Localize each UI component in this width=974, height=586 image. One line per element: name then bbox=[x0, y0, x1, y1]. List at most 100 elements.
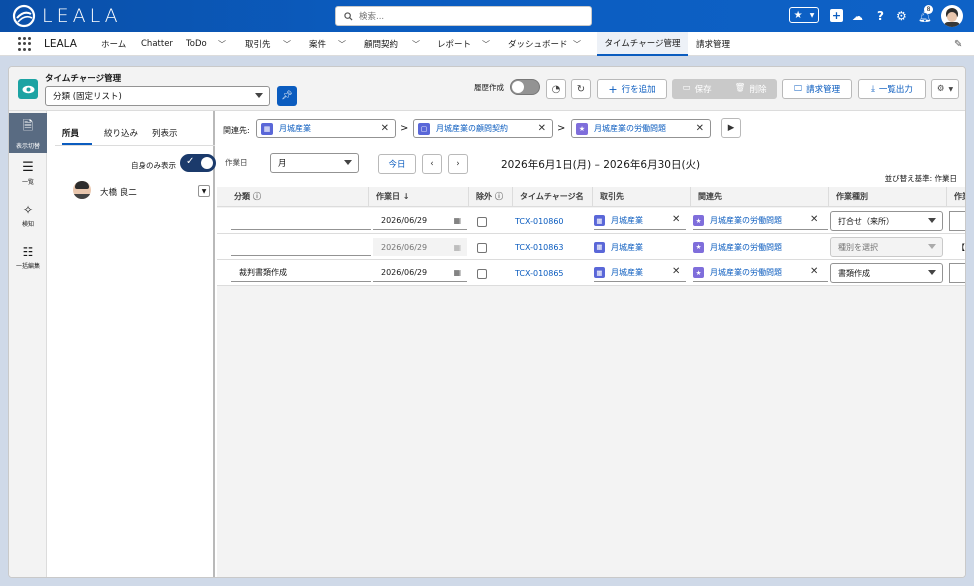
related-matter-pill[interactable]: ★ 月城産業の労働問題 ✕ bbox=[571, 119, 711, 138]
col-work-type[interactable]: 作業種別 bbox=[829, 187, 947, 207]
sort-label: 並び替え基準: 作業日 bbox=[884, 174, 957, 183]
chevron-down-icon[interactable]: ﹀ bbox=[338, 32, 346, 56]
rail-bulk-edit[interactable]: ☷ 一括編集 bbox=[9, 237, 47, 277]
related-account-pill[interactable]: ▦ 月城産業 ✕ bbox=[256, 119, 396, 138]
close-icon[interactable]: ✕ bbox=[696, 123, 704, 134]
work-type-select[interactable]: 書類作成 bbox=[830, 263, 943, 283]
exclude-checkbox[interactable] bbox=[477, 217, 487, 227]
self-only-toggle[interactable]: ✓ bbox=[180, 154, 216, 172]
history-toggle[interactable] bbox=[510, 79, 540, 95]
date-input[interactable]: 2026/06/29 ▦ bbox=[373, 212, 467, 230]
exclude-checkbox[interactable] bbox=[477, 243, 487, 253]
settings-menu-button[interactable]: ⚙ ▼ bbox=[931, 79, 959, 99]
timecharge-link[interactable]: TCX-010863 bbox=[515, 238, 564, 256]
category-input[interactable] bbox=[231, 238, 371, 256]
close-icon[interactable]: ✕ bbox=[810, 266, 818, 277]
nav-item-dashboards[interactable]: ダッシュボード bbox=[508, 32, 568, 56]
nav-item-reports[interactable]: レポート bbox=[437, 32, 471, 56]
account-link[interactable]: ▦ 月城産業 bbox=[594, 238, 686, 256]
favorites-button[interactable]: ★ ▼ bbox=[789, 7, 819, 23]
tab-members[interactable]: 所員 bbox=[62, 127, 92, 145]
global-add-icon[interactable]: + bbox=[830, 9, 843, 22]
related-link[interactable]: ★ 月城産業の労働問題 bbox=[693, 238, 828, 256]
prev-icon[interactable]: ‹ bbox=[422, 154, 442, 174]
table-row: 2026/06/29 ▦ TCX-010863 ▦ 月城産業 ★ 月城産業の労働問題 … bbox=[217, 234, 965, 260]
work-extra-cell[interactable]: 【直 bbox=[957, 238, 965, 256]
related-link[interactable]: ★ 月城産業の労働問題 bbox=[693, 212, 828, 230]
calendar-icon: ▦ bbox=[453, 242, 461, 252]
nav-item-billing[interactable]: 請求管理 bbox=[696, 32, 730, 56]
nav-item-contracts[interactable]: 顧問契約 bbox=[364, 32, 398, 56]
col-related[interactable]: 関連先 bbox=[691, 187, 829, 207]
tab-filter[interactable]: 絞り込み bbox=[104, 127, 138, 145]
chevron-down-icon[interactable]: ﹀ bbox=[573, 32, 581, 56]
refresh-icon[interactable]: ↻ bbox=[571, 79, 591, 99]
work-extra-cell[interactable] bbox=[949, 211, 965, 231]
add-row-button[interactable]: + 行を追加 bbox=[597, 79, 667, 99]
close-icon[interactable]: ✕ bbox=[672, 214, 680, 225]
avatar[interactable] bbox=[941, 5, 963, 27]
edit-nav-icon[interactable]: ✎ bbox=[954, 32, 962, 56]
chevron-down-icon[interactable]: ﹀ bbox=[283, 32, 291, 56]
chevron-down-icon[interactable]: ﹀ bbox=[218, 32, 226, 56]
col-work-extra[interactable]: 作業 bbox=[947, 187, 965, 207]
chart-icon[interactable]: ◔ bbox=[546, 79, 566, 99]
play-icon[interactable]: ▶ bbox=[721, 118, 741, 138]
close-icon[interactable]: ✕ bbox=[381, 123, 389, 134]
delete-button[interactable]: 🗑︎ 削除 bbox=[735, 83, 767, 95]
close-icon[interactable]: ✕ bbox=[672, 266, 680, 277]
period-select[interactable]: 月 bbox=[270, 153, 359, 173]
member-name[interactable]: 大橋 良二 bbox=[100, 186, 137, 198]
category-input[interactable] bbox=[231, 212, 371, 230]
trailhead-icon[interactable]: ☁ bbox=[852, 7, 863, 25]
timecharge-link[interactable]: TCX-010865 bbox=[515, 264, 564, 282]
category-input[interactable]: 裁判書類作成 bbox=[231, 264, 371, 282]
rail-detect[interactable]: ✧ 検知 bbox=[9, 195, 47, 235]
account-icon: ▦ bbox=[594, 267, 605, 278]
timecharge-grid: 分類ⓘ 作業日 ↓ 除外ⓘ タイムチャージ名 取引先 関連先 作業種別 作業 2… bbox=[217, 187, 965, 577]
export-button[interactable]: ⤓ 一覧出力 bbox=[858, 79, 926, 99]
global-search[interactable]: 検索... bbox=[335, 6, 592, 26]
view-select[interactable]: 分類 (固定リスト) bbox=[45, 86, 270, 106]
info-icon: ⓘ bbox=[495, 192, 503, 201]
col-timecharge-name[interactable]: タイムチャージ名 bbox=[513, 187, 593, 207]
next-icon[interactable]: › bbox=[448, 154, 468, 174]
col-exclude[interactable]: 除外 ⓘ bbox=[469, 187, 513, 207]
save-button[interactable]: ▭ 保存 bbox=[683, 83, 712, 95]
gear-icon[interactable]: ⚙ bbox=[896, 7, 907, 25]
exclude-checkbox[interactable] bbox=[477, 269, 487, 279]
rail-display-toggle[interactable]: 🗎︎ 表示切替 bbox=[9, 113, 47, 153]
work-type-select[interactable]: 打合せ（来所） bbox=[830, 211, 943, 231]
work-type-select: 種別を選択 bbox=[830, 237, 943, 257]
timecharge-link[interactable]: TCX-010860 bbox=[515, 212, 564, 230]
today-button[interactable]: 今日 bbox=[378, 154, 416, 174]
nav-item-chatter[interactable]: Chatter bbox=[141, 32, 173, 56]
chevron-down-icon[interactable]: ﹀ bbox=[482, 32, 490, 56]
nav-item-todo[interactable]: ToDo bbox=[186, 32, 207, 56]
work-extra-cell[interactable] bbox=[949, 263, 965, 283]
col-work-date[interactable]: 作業日 ↓ bbox=[369, 187, 469, 207]
related-contract-pill[interactable]: ▢ 月城産業の顧問契約 ✕ bbox=[413, 119, 553, 138]
nav-item-accounts[interactable]: 取引先 bbox=[245, 32, 271, 56]
nav-item-home[interactable]: ホーム bbox=[101, 32, 126, 56]
close-icon[interactable]: ✕ bbox=[538, 123, 546, 134]
tab-columns[interactable]: 列表示 bbox=[152, 127, 178, 145]
related-link[interactable]: ★ 月城産業の労働問題 bbox=[693, 264, 828, 282]
billing-button[interactable]: 🖵︎ 請求管理 bbox=[782, 79, 852, 99]
date-input[interactable]: 2026/06/29 ▦ bbox=[373, 264, 467, 282]
col-account[interactable]: 取引先 bbox=[593, 187, 691, 207]
member-menu-button[interactable]: ▼ bbox=[198, 185, 210, 197]
col-category[interactable]: 分類 ⓘ bbox=[217, 187, 369, 207]
trash-icon: 🗑︎ bbox=[734, 83, 746, 93]
chevron-down-icon: ▼ bbox=[201, 187, 207, 195]
help-icon[interactable]: ? bbox=[877, 7, 884, 25]
rail-list[interactable]: ☰ 一覧 bbox=[9, 153, 47, 193]
history-label: 履歴作成 bbox=[474, 83, 504, 92]
nav-item-cases[interactable]: 案件 bbox=[309, 32, 326, 56]
pin-icon[interactable]: 📌︎ bbox=[277, 86, 297, 106]
chevron-down-icon[interactable]: ﹀ bbox=[412, 32, 420, 56]
leala-logo[interactable]: LEALA bbox=[12, 4, 142, 28]
close-icon[interactable]: ✕ bbox=[810, 214, 818, 225]
app-launcher-icon[interactable] bbox=[18, 37, 32, 51]
nav-item-timecharge[interactable]: タイムチャージ管理 bbox=[597, 32, 688, 56]
